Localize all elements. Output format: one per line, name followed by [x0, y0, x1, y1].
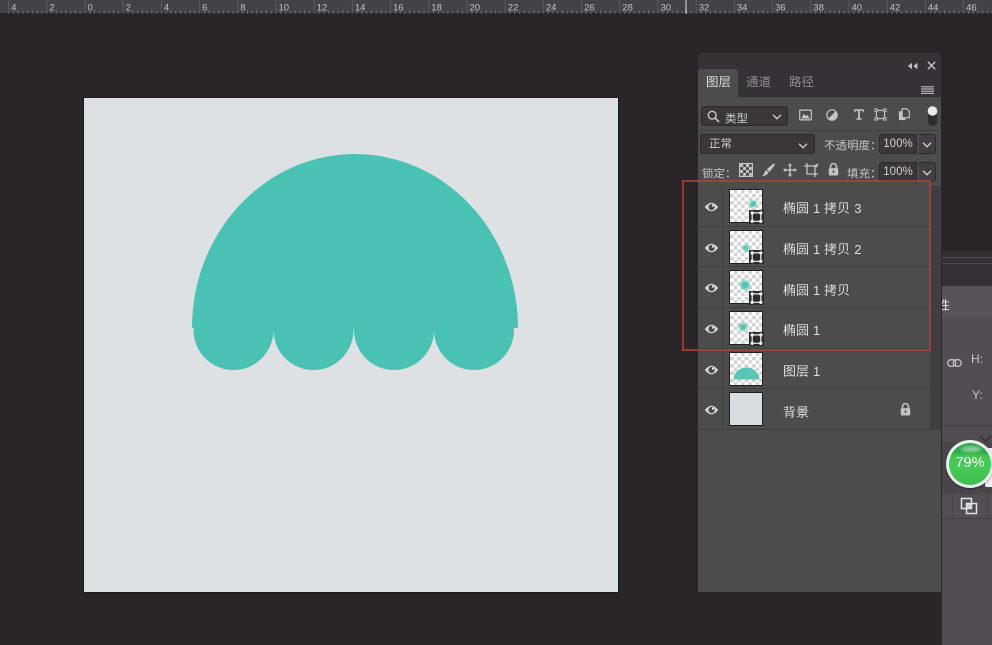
svg-text:44: 44: [928, 3, 939, 14]
svg-text:38: 38: [813, 3, 824, 14]
svg-text:10: 10: [279, 3, 290, 14]
svg-text:12: 12: [317, 3, 328, 14]
svg-text:36: 36: [775, 3, 786, 14]
svg-text:20: 20: [470, 3, 481, 14]
svg-text:46: 46: [966, 3, 977, 14]
svg-text:18: 18: [431, 3, 442, 14]
svg-text:22: 22: [508, 3, 519, 14]
svg-text:40: 40: [852, 3, 863, 14]
svg-text:42: 42: [890, 3, 901, 14]
svg-text:16: 16: [393, 3, 404, 14]
svg-text:34: 34: [737, 3, 748, 14]
svg-text:30: 30: [661, 3, 672, 14]
svg-text:32: 32: [699, 3, 710, 14]
svg-text:26: 26: [584, 3, 595, 14]
svg-text:28: 28: [622, 3, 633, 14]
svg-text:24: 24: [546, 3, 557, 14]
svg-text:14: 14: [355, 3, 366, 14]
